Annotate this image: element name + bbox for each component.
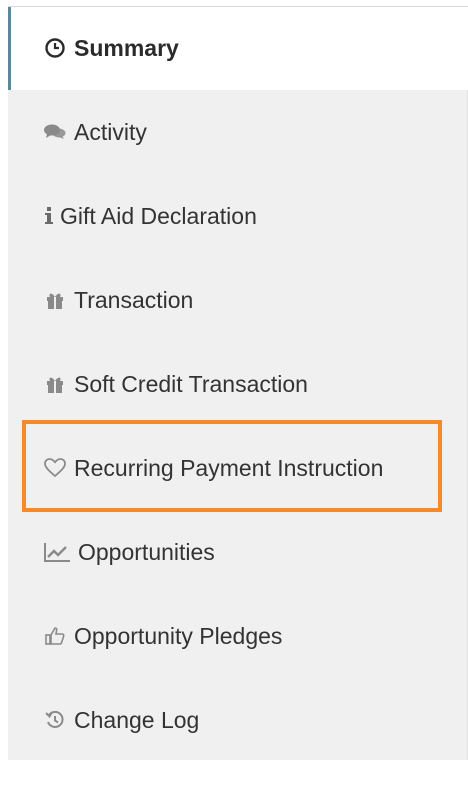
clock-icon <box>42 35 68 61</box>
nav-item-label: Recurring Payment Instruction <box>74 454 384 481</box>
nav-item-label: Change Log <box>74 706 200 733</box>
top-divider <box>8 6 468 7</box>
nav-item-label: Soft Credit Transaction <box>74 370 308 397</box>
thumbs-up-icon <box>42 623 68 649</box>
history-icon <box>42 707 68 733</box>
nav-item-summary[interactable]: Summary <box>8 6 468 90</box>
nav-item-opportunity-pledges[interactable]: Opportunity Pledges <box>8 594 468 678</box>
side-navigation-menu: Summary Activity Gift Aid Declaration Tr… <box>8 6 468 760</box>
nav-item-opportunities[interactable]: Opportunities <box>8 510 468 594</box>
nav-item-label: Summary <box>74 34 179 61</box>
nav-item-label: Transaction <box>74 286 194 313</box>
gift-icon <box>42 287 68 313</box>
comments-icon <box>42 119 68 145</box>
page: Summary Activity Gift Aid Declaration Tr… <box>0 0 468 800</box>
heart-icon <box>42 455 68 481</box>
nav-item-gift-aid-declaration[interactable]: Gift Aid Declaration <box>8 174 468 258</box>
info-icon <box>42 203 56 229</box>
nav-item-label: Activity <box>74 118 147 145</box>
nav-item-label: Gift Aid Declaration <box>60 202 257 229</box>
nav-item-activity[interactable]: Activity <box>8 90 468 174</box>
nav-item-transaction[interactable]: Transaction <box>8 258 468 342</box>
nav-item-soft-credit-transaction[interactable]: Soft Credit Transaction <box>8 342 468 426</box>
gift-icon <box>42 371 68 397</box>
nav-item-change-log[interactable]: Change Log <box>8 678 468 762</box>
nav-item-recurring-payment-instruction[interactable]: Recurring Payment Instruction <box>8 426 468 510</box>
line-chart-icon <box>42 539 72 565</box>
nav-item-label: Opportunity Pledges <box>74 622 283 649</box>
nav-item-label: Opportunities <box>78 538 215 565</box>
